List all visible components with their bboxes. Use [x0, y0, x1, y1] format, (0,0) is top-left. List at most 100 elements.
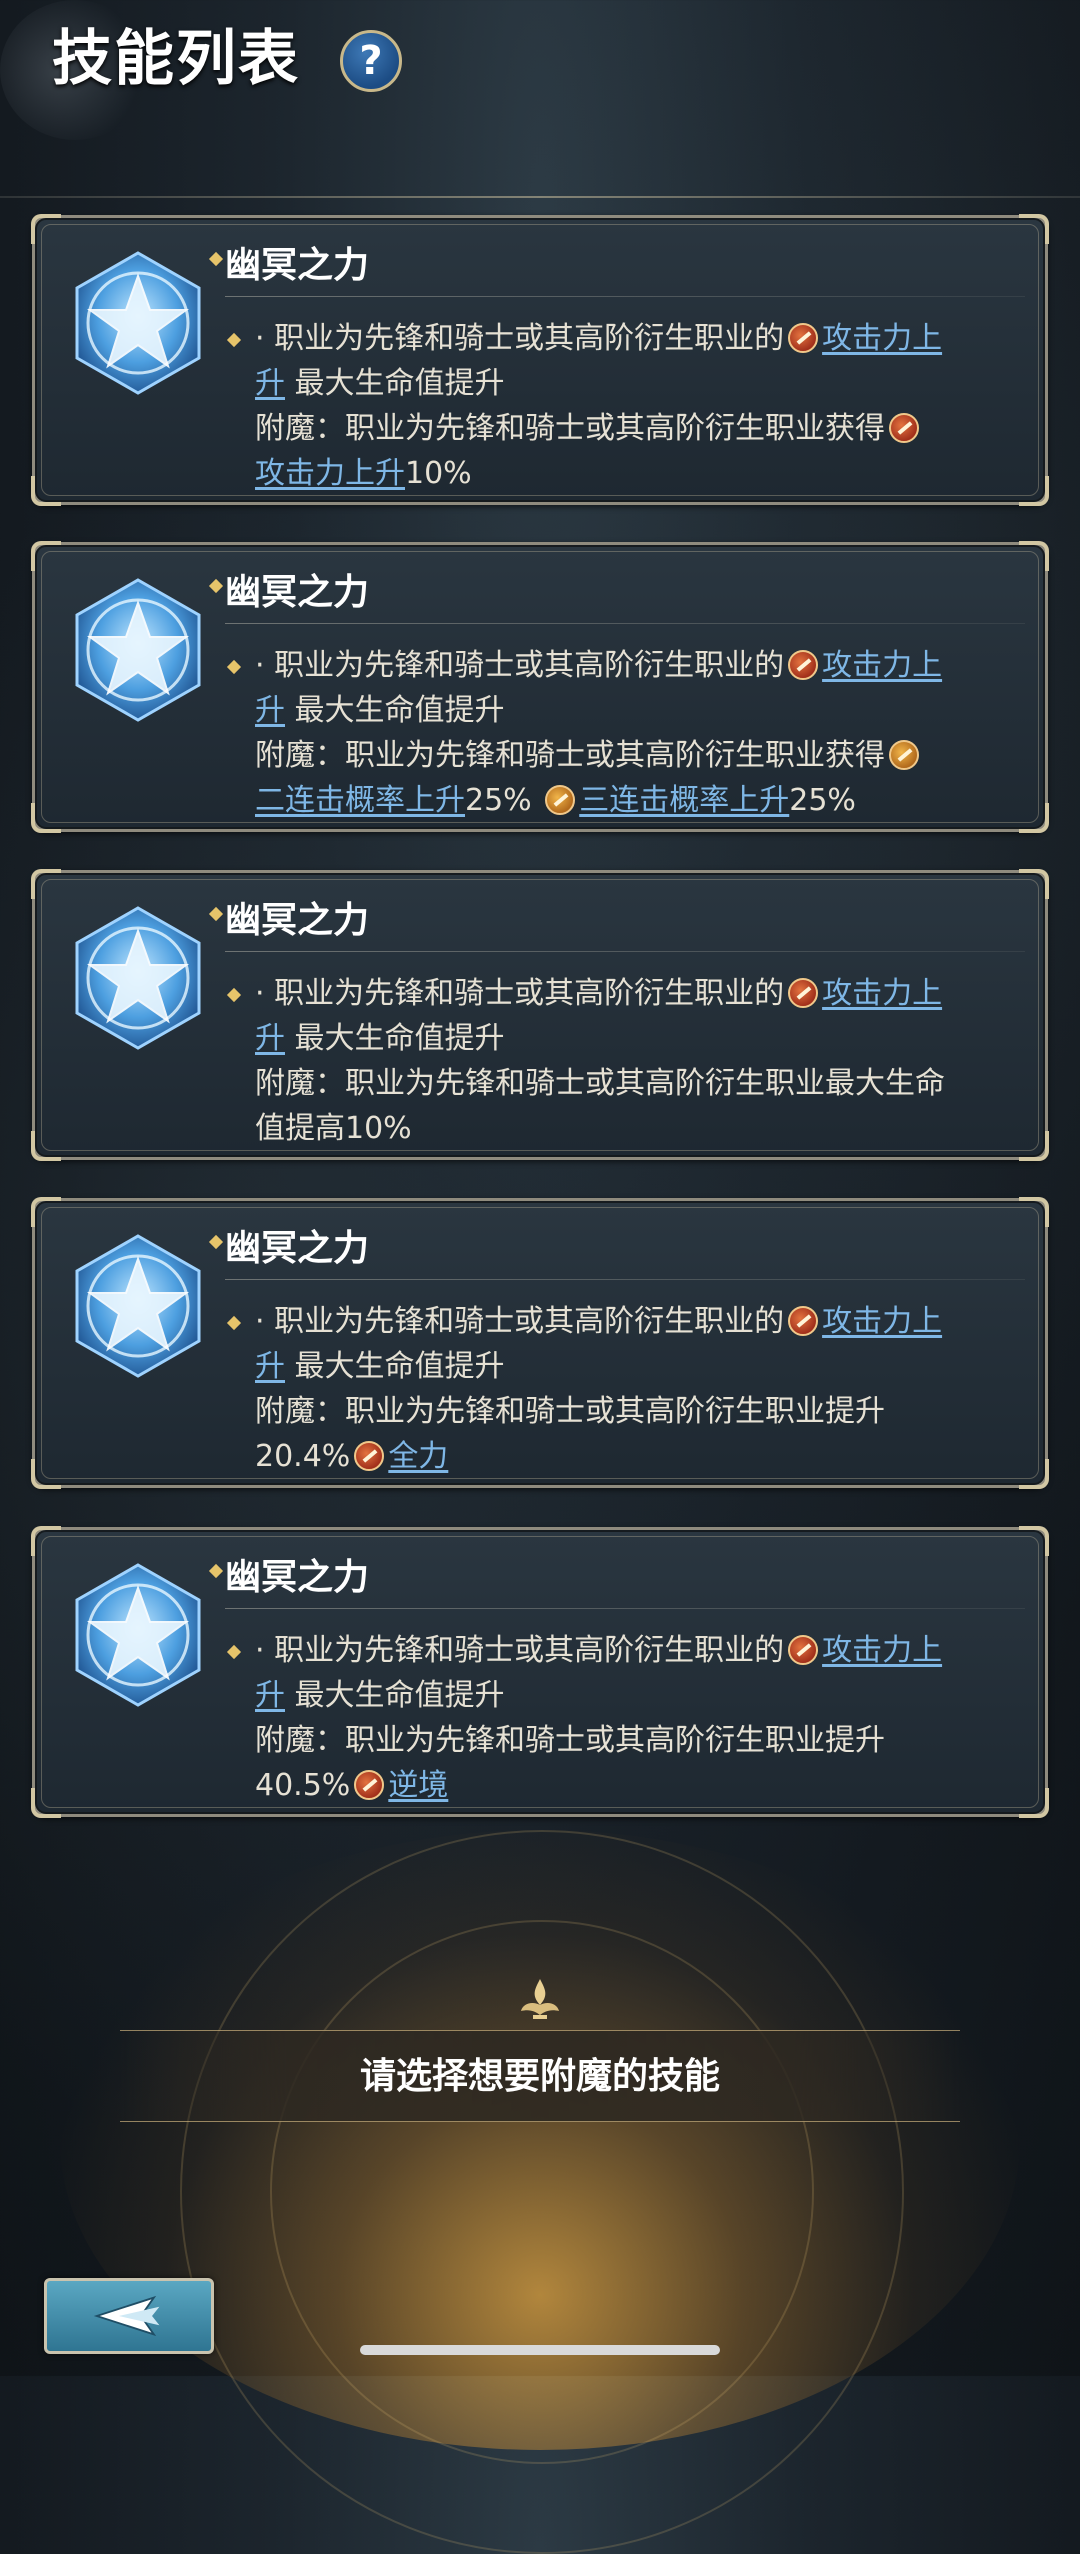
corner-ornament	[31, 1526, 61, 1556]
star-crest-icon	[75, 1563, 201, 1707]
enchant-value: 40.5%	[255, 1768, 351, 1803]
triple-sword-buff-icon	[545, 785, 576, 815]
skill-description: · 职业为先锋和骑士或其高阶衍生职业的 攻击力上 升 最大生命值提升 附魔：职业为…	[255, 1628, 1035, 1808]
sword-buff-icon	[788, 978, 819, 1008]
sword-buff-icon	[788, 1635, 819, 1665]
enchant-text: 附魔：职业为先锋和骑士或其高阶衍生职业提升	[255, 1723, 885, 1758]
diamond-icon	[226, 987, 242, 1003]
skill-description: · 职业为先锋和骑士或其高阶衍生职业的 攻击力上 升 最大生命值提升 附魔：职业为…	[255, 316, 1035, 496]
enchant-value: 20.4%	[255, 1439, 351, 1474]
skill-card[interactable]: 幽冥之力 · 职业为先锋和骑士或其高阶衍生职业的 攻击力上 升 最大生命值提升 附…	[31, 1526, 1049, 1818]
skill-name: 幽冥之力	[225, 571, 370, 613]
back-button[interactable]	[44, 2278, 214, 2354]
skill-name: 幽冥之力	[225, 1556, 370, 1598]
corner-ornament	[1019, 214, 1049, 244]
corner-ornament	[31, 541, 61, 571]
buff-link[interactable]: 升	[255, 366, 285, 401]
double-sword-buff-icon	[889, 740, 919, 770]
buff-link[interactable]: 升	[255, 1678, 285, 1713]
skill-card[interactable]: 幽冥之力 · 职业为先锋和骑士或其高阶衍生职业的 攻击力上 升 最大生命值提升 附…	[31, 1197, 1049, 1489]
name-divider	[225, 951, 1025, 952]
corner-ornament	[1019, 1197, 1049, 1227]
corner-ornament	[31, 1197, 61, 1227]
buff-link[interactable]: 攻击力上	[822, 1633, 942, 1668]
sword-buff-icon	[788, 650, 819, 680]
corner-ornament	[31, 1131, 61, 1161]
skill-description: · 职业为先锋和骑士或其高阶衍生职业的 攻击力上 升 最大生命值提升 附魔：职业为…	[255, 971, 1035, 1151]
star-crest-icon	[75, 1234, 201, 1378]
header-divider	[0, 196, 1080, 198]
buff-link[interactable]: 攻击力上	[822, 648, 942, 683]
enchant-text: 附魔：职业为先锋和骑士或其高阶衍生职业提升	[255, 1394, 885, 1429]
desc-text: · 职业为先锋和骑士或其高阶衍生职业的	[255, 1304, 785, 1339]
buff-link[interactable]: 二连击概率上升	[255, 783, 465, 818]
sword-buff-icon	[788, 1306, 819, 1336]
buff-link[interactable]: 升	[255, 693, 285, 728]
enchant-text: 附魔：职业为先锋和骑士或其高阶衍生职业最大生命	[255, 1066, 945, 1101]
buff-link[interactable]: 升	[255, 1021, 285, 1056]
corner-ornament	[1019, 541, 1049, 571]
sword-buff-icon	[889, 413, 919, 443]
sword-buff-icon	[788, 323, 819, 353]
skill-description: · 职业为先锋和骑士或其高阶衍生职业的 攻击力上 升 最大生命值提升 附魔：职业为…	[255, 643, 1035, 823]
header: 技能列表 ?	[0, 0, 1080, 200]
fleur-de-lis-icon	[521, 1979, 559, 2019]
prompt-banner: 请选择想要附魔的技能	[120, 2030, 960, 2122]
skill-name: 幽冥之力	[225, 244, 370, 286]
name-divider	[225, 296, 1025, 297]
diamond-icon	[226, 659, 242, 675]
page-title: 技能列表	[52, 24, 300, 94]
buff-link[interactable]: 攻击力上	[822, 1304, 942, 1339]
corner-ornament	[31, 214, 61, 244]
buff-link[interactable]: 攻击力上升	[255, 456, 405, 491]
prompt-text: 请选择想要附魔的技能	[359, 2055, 720, 2097]
desc-text: 最大生命值提升	[285, 1021, 505, 1056]
help-button[interactable]: ?	[340, 30, 402, 92]
diamond-icon	[226, 1315, 242, 1331]
buff-link[interactable]: 攻击力上	[822, 321, 942, 356]
corner-ornament	[1019, 869, 1049, 899]
corner-ornament	[31, 1459, 61, 1489]
skill-description: · 职业为先锋和骑士或其高阶衍生职业的 攻击力上 升 最大生命值提升 附魔：职业为…	[255, 1299, 1035, 1479]
star-crest-icon	[75, 251, 201, 395]
enchant-text: 附魔：职业为先锋和骑士或其高阶衍生职业获得	[255, 738, 885, 773]
desc-text: 最大生命值提升	[285, 1678, 505, 1713]
buff-link[interactable]: 攻击力上	[822, 976, 942, 1011]
full-power-buff-icon	[354, 1441, 385, 1471]
skill-card[interactable]: 幽冥之力 · 职业为先锋和骑士或其高阶衍生职业的 攻击力上 升 最大生命值提升 附…	[31, 214, 1049, 506]
skill-name: 幽冥之力	[225, 899, 370, 941]
star-crest-icon	[75, 578, 201, 722]
diamond-icon	[226, 1644, 242, 1660]
back-arrow-icon	[93, 2295, 160, 2337]
desc-text: · 职业为先锋和骑士或其高阶衍生职业的	[255, 1633, 785, 1668]
star-crest-icon	[75, 906, 201, 1050]
desc-text: · 职业为先锋和骑士或其高阶衍生职业的	[255, 321, 785, 356]
buff-link[interactable]: 逆境	[388, 1768, 448, 1803]
buff-link[interactable]: 升	[255, 1349, 285, 1384]
desc-text: 最大生命值提升	[285, 693, 505, 728]
desc-text: · 职业为先锋和骑士或其高阶衍生职业的	[255, 648, 785, 683]
enchant-text: 值提高10%	[255, 1111, 412, 1146]
name-divider	[225, 623, 1025, 624]
buff-link[interactable]: 三连击概率上升	[579, 783, 789, 818]
desc-text: 最大生命值提升	[285, 366, 505, 401]
diamond-icon	[226, 332, 242, 348]
corner-ornament	[31, 869, 61, 899]
enchant-value: 25%	[465, 783, 532, 818]
enchant-value: 25%	[789, 783, 856, 818]
buff-link[interactable]: 全力	[388, 1439, 448, 1474]
corner-ornament	[31, 1788, 61, 1818]
name-divider	[225, 1608, 1025, 1609]
adversity-buff-icon	[354, 1770, 385, 1800]
enchant-text: 附魔：职业为先锋和骑士或其高阶衍生职业获得	[255, 411, 885, 446]
skill-card[interactable]: 幽冥之力 · 职业为先锋和骑士或其高阶衍生职业的 攻击力上 升 最大生命值提升 附…	[31, 869, 1049, 1161]
corner-ornament	[1019, 1526, 1049, 1556]
enchant-value: 10%	[405, 456, 472, 491]
corner-ornament	[31, 803, 61, 833]
home-indicator[interactable]	[360, 2345, 720, 2355]
skill-card[interactable]: 幽冥之力 · 职业为先锋和骑士或其高阶衍生职业的 攻击力上 升 最大生命值提升 附…	[31, 541, 1049, 833]
corner-ornament	[31, 476, 61, 506]
desc-text: · 职业为先锋和骑士或其高阶衍生职业的	[255, 976, 785, 1011]
name-divider	[225, 1279, 1025, 1280]
skill-name: 幽冥之力	[225, 1227, 370, 1269]
